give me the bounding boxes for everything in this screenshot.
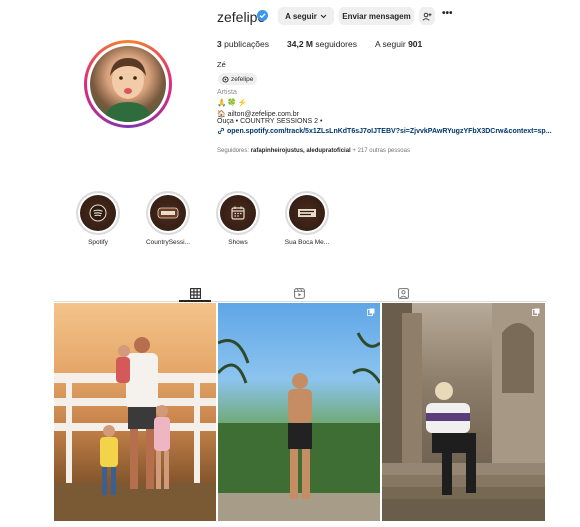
- post-thumbnail[interactable]: [382, 303, 545, 521]
- sua-boca-icon: [289, 195, 325, 231]
- tab-tagged[interactable]: [388, 284, 418, 302]
- highlight-country-sessions[interactable]: CountrySessi...: [133, 191, 203, 246]
- send-message-button[interactable]: Enviar mensagem: [339, 7, 414, 25]
- followers-label: seguidores: [315, 39, 357, 49]
- bio-name: Zé: [217, 60, 226, 69]
- tabs-divider: [54, 301, 546, 302]
- add-person-icon: [422, 12, 432, 21]
- highlight-label: Shows: [228, 239, 248, 246]
- send-message-label: Enviar mensagem: [342, 11, 411, 21]
- followed-by-prefix: Seguidores:: [217, 148, 250, 154]
- followed-by-suffix: + 217 outras pessoas: [352, 148, 410, 154]
- calendar-icon: [220, 195, 256, 231]
- tab-reels[interactable]: [284, 284, 314, 302]
- reels-icon: [293, 287, 305, 299]
- country-sessions-icon: [150, 195, 186, 231]
- bio-link[interactable]: open.spotify.com/track/5x1ZLsLnKdT6sJ7oI…: [217, 127, 552, 135]
- highlight-label: Spotify: [88, 239, 108, 246]
- suggested-users-button[interactable]: [419, 7, 435, 25]
- following-button[interactable]: A seguir: [278, 7, 334, 25]
- carousel-icon: [532, 308, 540, 316]
- link-icon: [217, 127, 225, 135]
- chevron-down-icon: [320, 14, 327, 18]
- followed-by-names: rafapinheirojustus, aledupratoficial: [250, 148, 351, 154]
- posts-label: publicações: [224, 39, 269, 49]
- posts-count: 3: [217, 39, 222, 49]
- active-tab-indicator: [179, 300, 211, 302]
- highlight-spotify[interactable]: Spotify: [63, 191, 133, 246]
- tagged-icon: [397, 287, 409, 299]
- following-stat[interactable]: A seguir 901: [375, 39, 422, 49]
- verified-badge-icon: [257, 10, 268, 21]
- bio-line: Ouça • COUNTRY SESSIONS 2 •: [217, 118, 323, 125]
- highlight-label: Sua Boca Me...: [284, 239, 330, 246]
- profile-avatar[interactable]: [84, 40, 172, 128]
- threads-icon: [222, 75, 229, 83]
- followers-count: 34,2 M: [287, 39, 313, 49]
- followers-stat[interactable]: 34,2 M seguidores: [287, 39, 357, 49]
- bio-emojis: 🙏🍀⚡: [217, 98, 249, 107]
- more-options-button[interactable]: •••: [442, 8, 453, 19]
- threads-badge[interactable]: zefelipe: [218, 73, 258, 85]
- bio-email: 🏠 ailton@zefelipe.com.br: [217, 111, 299, 118]
- posts-stat: 3 publicações: [217, 39, 269, 49]
- highlight-sua-boca[interactable]: Sua Boca Me...: [272, 191, 342, 246]
- following-count: 901: [408, 39, 423, 49]
- post-thumbnail[interactable]: [218, 303, 380, 521]
- highlight-label: CountrySessi...: [145, 239, 191, 246]
- threads-handle: zefelipe: [231, 75, 254, 83]
- following-label: A seguir: [374, 39, 406, 49]
- spotify-icon: [80, 195, 116, 231]
- highlight-shows[interactable]: Shows: [203, 191, 273, 246]
- profile-category: Artista: [217, 89, 237, 96]
- followed-by-line[interactable]: Seguidores: rafapinheirojustus, aledupra…: [217, 148, 410, 154]
- avatar-photo: [90, 46, 166, 122]
- grid-icon: [189, 287, 201, 299]
- bio-link-text: open.spotify.com/track/5x1ZLsLnKdT6sJ7oI…: [227, 127, 552, 135]
- carousel-icon: [367, 308, 375, 316]
- post-thumbnail[interactable]: [54, 303, 216, 521]
- profile-stats: 3 publicações 34,2 M seguidores A seguir…: [217, 39, 440, 49]
- profile-page: zefelipe A seguir Enviar mensagem ••• 3 …: [0, 0, 580, 527]
- following-button-label: A seguir: [285, 11, 317, 21]
